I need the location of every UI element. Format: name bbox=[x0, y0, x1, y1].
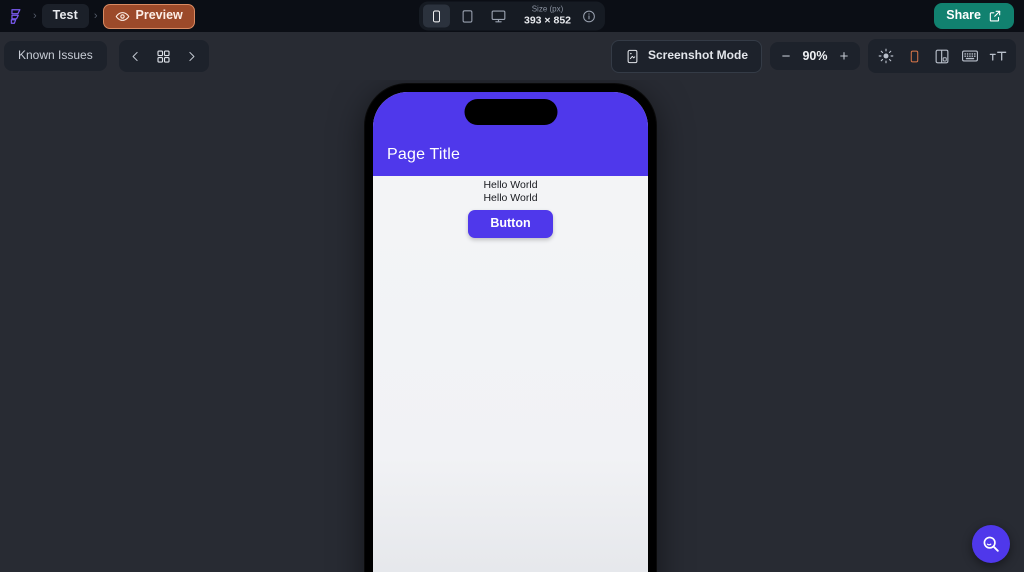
zoom-in-button[interactable]: + bbox=[834, 46, 854, 66]
device-desktop-button[interactable] bbox=[485, 5, 512, 28]
breadcrumb-project[interactable]: Test bbox=[41, 4, 89, 28]
keyboard-icon bbox=[961, 49, 979, 63]
tablet-icon bbox=[460, 8, 475, 24]
zoom-control-group: − 90% + bbox=[770, 42, 860, 70]
keyboard-button[interactable] bbox=[957, 43, 983, 69]
app-logo-icon[interactable] bbox=[6, 5, 28, 27]
breadcrumb-separator-1: › bbox=[33, 9, 37, 22]
screenshot-mode-label: Screenshot Mode bbox=[647, 48, 748, 63]
topbar-left-group: › Test › Preview bbox=[0, 3, 195, 29]
search-magnifier-icon bbox=[981, 534, 1001, 554]
dynamic-island bbox=[464, 99, 557, 125]
navigation-group bbox=[118, 40, 209, 72]
split-view-icon bbox=[934, 48, 950, 65]
app-header-bar: Page Title bbox=[373, 92, 648, 176]
device-tablet-button[interactable] bbox=[454, 5, 481, 28]
hello-world-text-1: Hello World bbox=[483, 179, 538, 191]
known-issues-button[interactable]: Known Issues bbox=[4, 41, 107, 71]
breadcrumb-separator-2: › bbox=[93, 9, 98, 22]
previous-button[interactable] bbox=[123, 43, 149, 69]
view-tools-group bbox=[868, 39, 1016, 73]
zoom-level-value: 90% bbox=[802, 49, 828, 63]
device-size-readout: Size (px) 393 × 852 bbox=[516, 4, 577, 27]
sun-brightness-icon bbox=[878, 48, 894, 64]
share-button[interactable]: Share bbox=[934, 3, 1014, 29]
app-body: Hello World Hello World Button bbox=[373, 176, 648, 238]
text-size-icon bbox=[989, 49, 1007, 64]
secondary-toolbar: Known Issues Screenshot Mode − 90% + bbox=[0, 32, 1024, 80]
screenshot-mode-button[interactable]: Screenshot Mode bbox=[610, 39, 762, 73]
device-size-value: 393 × 852 bbox=[523, 14, 572, 27]
desktop-icon bbox=[490, 8, 507, 24]
text-size-button[interactable] bbox=[985, 43, 1011, 69]
device-size-group: Size (px) 393 × 852 bbox=[418, 1, 606, 31]
secondary-toolbar-right: Screenshot Mode − 90% + bbox=[610, 39, 1016, 73]
top-toolbar: › Test › Preview Size (px) 393 × 852 Sha… bbox=[0, 0, 1024, 32]
hello-world-text-2: Hello World bbox=[483, 192, 538, 204]
preview-button-label: Preview bbox=[135, 8, 183, 23]
page-title: Page Title bbox=[387, 146, 461, 163]
search-fab-button[interactable] bbox=[972, 525, 1010, 563]
info-circle-icon[interactable] bbox=[581, 8, 597, 24]
eye-icon bbox=[115, 9, 130, 24]
appearance-button[interactable] bbox=[873, 43, 899, 69]
chevron-left-icon bbox=[129, 50, 142, 63]
grid-four-squares-icon bbox=[156, 49, 171, 64]
next-button[interactable] bbox=[179, 43, 205, 69]
phone-device-frame: Page Title Hello World Hello World Butto… bbox=[365, 84, 656, 572]
zoom-out-button[interactable]: − bbox=[776, 46, 796, 66]
topbar-right-group: Share bbox=[934, 3, 1014, 29]
device-frame-button[interactable] bbox=[901, 43, 927, 69]
phone-screen[interactable]: Page Title Hello World Hello World Butto… bbox=[373, 92, 648, 572]
phone-outline-icon bbox=[908, 48, 921, 65]
preview-button[interactable]: Preview bbox=[102, 3, 195, 29]
external-link-icon bbox=[988, 9, 1002, 23]
device-phone-button[interactable] bbox=[422, 4, 450, 28]
screenshot-device-icon bbox=[625, 48, 640, 65]
phone-icon bbox=[430, 8, 443, 24]
split-view-button[interactable] bbox=[929, 43, 955, 69]
grid-view-button[interactable] bbox=[151, 43, 177, 69]
app-primary-button[interactable]: Button bbox=[468, 210, 553, 238]
share-button-label: Share bbox=[946, 8, 981, 23]
device-size-label: Size (px) bbox=[531, 4, 564, 14]
chevron-right-icon bbox=[185, 50, 198, 63]
preview-canvas[interactable]: Page Title Hello World Hello World Butto… bbox=[0, 80, 1024, 572]
